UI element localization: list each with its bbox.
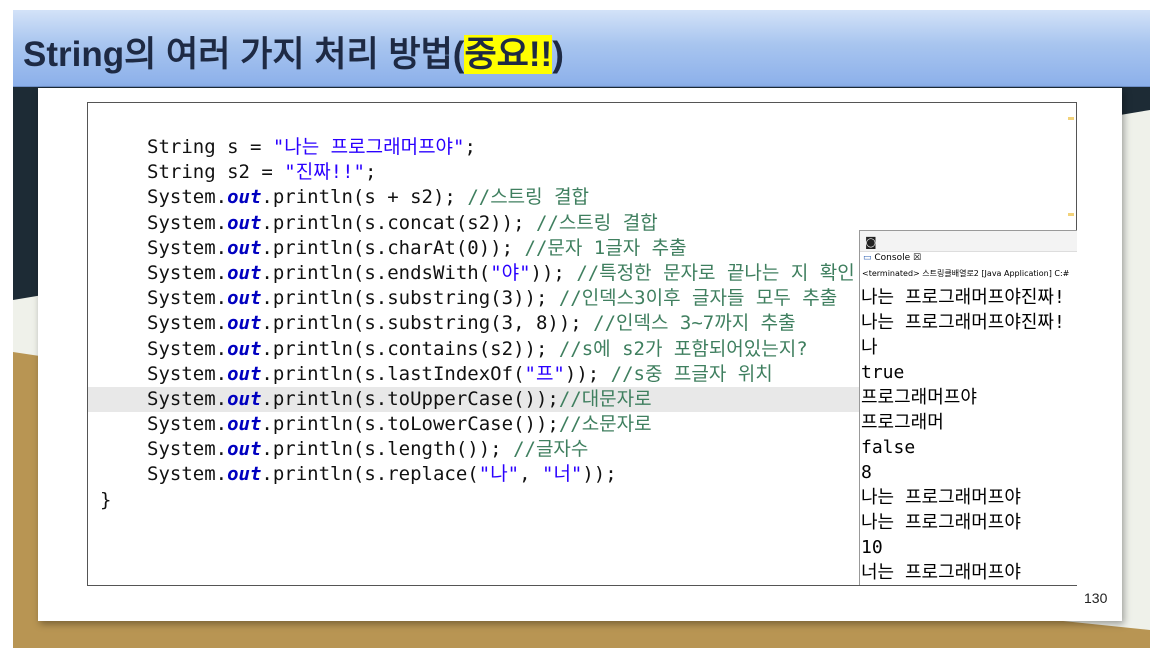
console-output-line: 프로그래머프야 (861, 387, 977, 408)
string-literal: "나" (478, 463, 520, 486)
string-literal: "야" (490, 261, 531, 284)
code-text: .println(s.length()); (261, 438, 514, 461)
keyword: out (227, 261, 262, 284)
code-text: .println(s + s2); (261, 186, 468, 209)
string-literal: "나는 프로그래머프야" (272, 136, 465, 158)
code-comment: //스트링 결합 (535, 211, 658, 234)
slide-title-highlight: 중요!! (464, 35, 553, 74)
code-text: .println(s.endsWith( (261, 261, 491, 284)
keyword: out (227, 362, 262, 385)
code-comment: //인덱스 3~7까지 추출 (593, 312, 796, 335)
code-text: System. (147, 438, 228, 461)
console-output-line: 나는 프로그래머프야진짜! (861, 287, 1065, 308)
code-text: System. (147, 287, 228, 310)
code-comment: //s중 프글자 위치 (610, 362, 773, 385)
keyword: out (227, 463, 262, 486)
code-text: .println(s.lastIndexOf( (261, 362, 525, 385)
code-text: .println(s.substring(3, 8)); (261, 312, 594, 335)
keyword: out (227, 211, 262, 234)
code-text: .println(s.contains(s2)); (261, 337, 559, 360)
console-status: <terminated> 스트링클배열로2 [Java Application]… (862, 269, 1070, 278)
string-literal: "너" (542, 463, 583, 486)
console-view-icon[interactable]: ◙ (865, 235, 877, 249)
page-number: 130 (1084, 590, 1108, 606)
code-text: )); (530, 261, 577, 284)
console-output: 나는 프로그래머프야진짜! 나는 프로그래머프야진짜! 나 true 프로그래머… (861, 285, 1065, 585)
console-icon: ▭ (863, 253, 872, 263)
code-text: )); (564, 362, 611, 385)
code-text: .println(s.toLowerCase()); (261, 413, 559, 436)
string-literal: "프" (524, 362, 565, 385)
code-line: System.out.println(s + s2); //스트링 결합 (88, 185, 1076, 210)
keyword: out (227, 312, 262, 335)
keyword: out (227, 438, 262, 461)
code-comment: //특정한 문자로 끝나는 지 확인 (576, 261, 855, 284)
keyword: out (227, 186, 262, 209)
code-text: .println(s.charAt(0)); (261, 236, 525, 259)
code-text: ; (464, 136, 476, 158)
code-text: )); (582, 463, 617, 486)
code-text: System. (147, 186, 228, 209)
code-text: System. (147, 387, 228, 410)
slide-title-main: String의 여러 가지 처리 방법( (23, 35, 465, 74)
code-text: System. (147, 261, 228, 284)
code-comment: //인덱스3이후 글자들 모두 추출 (558, 287, 838, 310)
console-tab[interactable]: ▭ Console ☒ (860, 253, 921, 267)
console-output-line: 나는 프로그래머프야 (861, 487, 1021, 508)
code-text: .println(s.toUpperCase()); (261, 387, 559, 410)
code-comment: //s에 s2가 포함되어있는지? (558, 337, 808, 360)
code-line: String s = "나는 프로그래머프야"; (88, 135, 1076, 160)
code-text: String s2 = (147, 161, 285, 184)
title-bar: String의 여러 가지 처리 방법(중요!!) (13, 10, 1150, 87)
console-output-line: 나 (861, 337, 878, 358)
code-text: .println(s.substring(3)); (261, 287, 559, 310)
code-text: System. (147, 413, 228, 436)
console-output-line: 8 (861, 462, 872, 483)
console-output-line: 10 (861, 537, 883, 558)
closing-brace: } (100, 488, 112, 511)
console-output-line: 나는 프로그래머프야 (861, 512, 1021, 533)
keyword: out (227, 236, 262, 259)
code-text: System. (147, 463, 228, 486)
code-comment: //글자수 (513, 438, 589, 461)
code-comment: //소문자로 (558, 413, 652, 436)
console-output-line: 프로그래머 (861, 412, 944, 433)
code-text: System. (147, 312, 228, 335)
keyword: out (227, 287, 262, 310)
code-line: String s2 = "진짜!!"; (88, 160, 1076, 185)
code-comment: //문자 1글자 추출 (524, 236, 687, 259)
ruler-marker[interactable] (1068, 117, 1074, 120)
code-text: System. (147, 362, 228, 385)
slide-title-end: ) (552, 35, 564, 74)
console-output-line: true (861, 362, 905, 383)
code-text: .println(s.replace( (261, 463, 479, 486)
code-text: System. (147, 236, 228, 259)
code-comment: //대문자로 (558, 387, 652, 410)
keyword: out (227, 337, 262, 360)
console-toolbar: ◙ (860, 231, 1077, 252)
keyword: out (227, 387, 262, 410)
console-output-line: 나는 프로그래머프야진짜! (861, 312, 1065, 333)
string-literal: "진짜!!" (284, 161, 365, 184)
close-icon[interactable]: ☒ (913, 253, 921, 263)
console-panel[interactable]: ◙ ▭ Console ☒ <terminated> 스트링클배열로2 [Jav… (859, 230, 1077, 585)
slide-title: String의 여러 가지 처리 방법(중요!!) (23, 26, 564, 77)
console-output-line: false (861, 437, 916, 458)
code-text: String s = (147, 136, 273, 158)
code-comment: //스트링 결합 (467, 186, 590, 209)
code-text: , (519, 463, 542, 486)
code-text: .println(s.concat(s2)); (261, 211, 536, 234)
code-text: ; (365, 161, 377, 184)
console-output-line: 너는 프로그래머프야 (861, 562, 1021, 583)
keyword: out (227, 413, 262, 436)
console-tab-label: Console (874, 253, 911, 263)
code-text: System. (147, 337, 228, 360)
code-text: System. (147, 211, 228, 234)
